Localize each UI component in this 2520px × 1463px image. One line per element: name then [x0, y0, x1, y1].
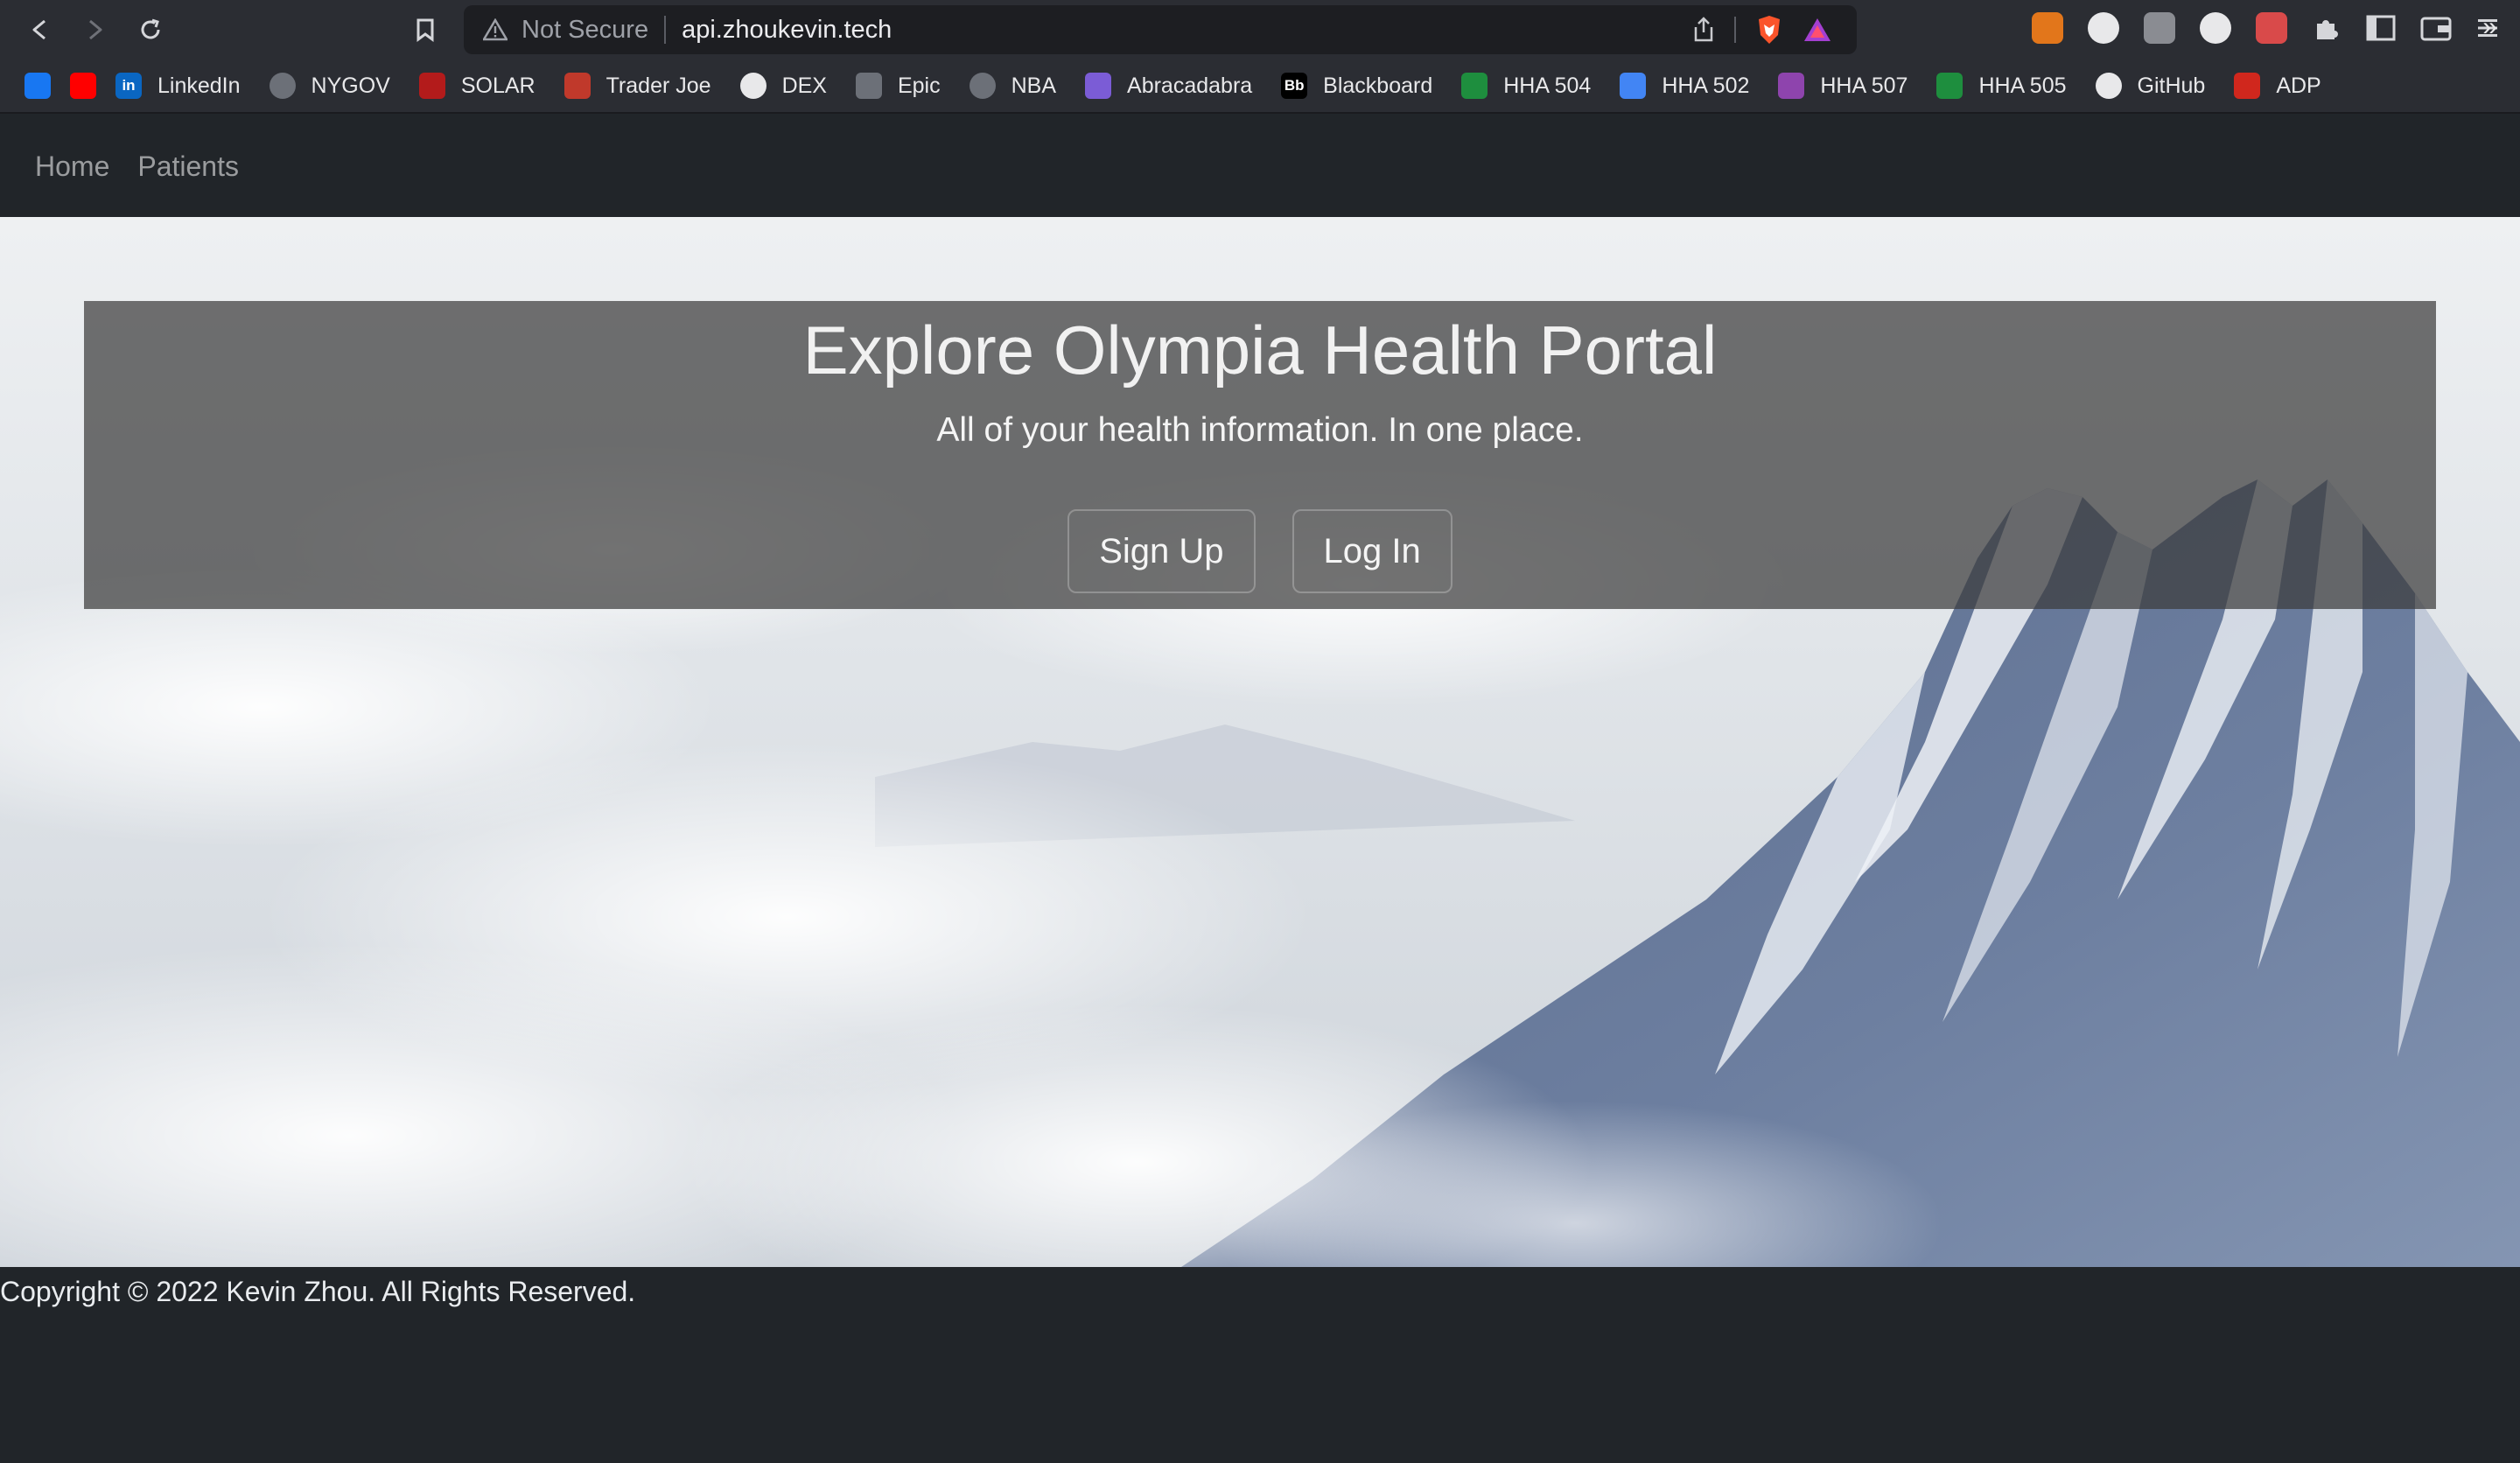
classroom-icon [1461, 73, 1488, 99]
url-separator [664, 16, 667, 44]
box-icon [564, 73, 591, 99]
site-footer: Copyright © 2022 Kevin Zhou. All Rights … [0, 1267, 2520, 1463]
linkedin-icon: in [116, 73, 142, 99]
classroom-icon [1778, 73, 1805, 99]
bookmark-page-button[interactable] [408, 12, 443, 47]
nav-link-patients[interactable]: Patients [137, 150, 239, 183]
wallet-icon[interactable] [2420, 15, 2452, 41]
bookmark-item[interactable]: NYGOV [269, 73, 390, 99]
bookmark-label: Trader Joe [606, 73, 711, 98]
forward-button[interactable] [77, 12, 112, 47]
forward-icon [89, 19, 102, 40]
log-in-button[interactable]: Log In [1292, 509, 1452, 593]
adp-icon [2234, 73, 2261, 99]
bookmark-label: ADP [2276, 73, 2321, 98]
divider [1734, 17, 1736, 43]
bookmark-label: HHA 502 [1662, 73, 1750, 98]
back-icon [32, 19, 46, 40]
reload-button[interactable] [133, 12, 168, 47]
url-bar-actions [1692, 14, 1832, 46]
nav-link-home[interactable]: Home [35, 150, 109, 183]
bookmark-icon [416, 18, 434, 42]
brave-rewards-icon[interactable] [1802, 17, 1832, 43]
address-bar[interactable]: Not Secure api.zhoukevin.tech [464, 5, 1857, 54]
bookmark-item[interactable]: Bb Blackboard [1281, 73, 1432, 99]
bookmark-label: NBA [1011, 73, 1057, 98]
bookmark-label: Blackboard [1323, 73, 1433, 98]
facebook-icon [24, 73, 51, 99]
reload-icon [141, 18, 160, 39]
url-text[interactable]: api.zhoukevin.tech [682, 16, 892, 45]
hero-title: Explore Olympia Health Portal [802, 312, 1718, 388]
bookmark-item[interactable]: DEX [739, 73, 827, 99]
classroom-icon [1936, 73, 1964, 99]
github-icon [2095, 73, 2122, 99]
globe-icon [969, 73, 996, 99]
hero-button-group: Sign Up Log In [84, 509, 2436, 593]
browser-toolbar: Not Secure api.zhoukevin.tech [0, 0, 2520, 60]
copyright-text: Copyright © 2022 Kevin Zhou. All Rights … [0, 1276, 636, 1307]
bookmark-item[interactable]: Trader Joe [564, 73, 711, 99]
bookmark-label: DEX [781, 73, 827, 98]
shield-icon [418, 73, 445, 99]
brave-shield-icon[interactable] [1755, 14, 1783, 46]
bookmarks-overflow-button[interactable]: » [2482, 12, 2497, 42]
bookmark-label: SOLAR [460, 73, 536, 98]
blackboard-icon: Bb [1281, 73, 1308, 99]
site-navbar: Home Patients [0, 116, 2520, 217]
metamask-icon[interactable] [2032, 12, 2063, 44]
epic-icon [855, 73, 882, 99]
bookmark-item[interactable]: Abracadabra [1085, 73, 1252, 99]
youtube-icon [70, 73, 96, 99]
bookmark-item[interactable]: NBA [969, 73, 1057, 99]
bookmark-item[interactable]: in LinkedIn [116, 73, 241, 99]
bookmark-item[interactable]: HHA 504 [1461, 73, 1591, 99]
bookmark-label: HHA 505 [1978, 73, 2067, 98]
bookmarks-bar: in LinkedIn NYGOV SOLAR Trader Joe DEX Epic NBA… [0, 60, 2520, 114]
sign-up-button[interactable]: Sign Up [1068, 509, 1256, 593]
bookmark-item[interactable]: ADP [2234, 73, 2321, 99]
share-icon[interactable] [1692, 17, 1715, 43]
extensions-area [2032, 12, 2499, 44]
bookmark-label: GitHub [2137, 73, 2206, 98]
security-label[interactable]: Not Secure [522, 16, 648, 45]
bookmark-item[interactable]: Epic [855, 73, 941, 99]
crystal-icon [1085, 73, 1112, 99]
sidebar-toggle-icon[interactable] [2366, 15, 2396, 41]
hero-banner: Explore Olympia Health Portal All of you… [84, 301, 2436, 609]
bookmark-label: Epic [897, 73, 941, 98]
extension-s-icon[interactable] [2200, 12, 2231, 44]
bookmark-item[interactable] [24, 73, 51, 99]
bookmark-label: Abracadabra [1127, 73, 1253, 98]
classroom-icon [1620, 73, 1647, 99]
bookmark-label: NYGOV [311, 73, 390, 98]
hero-section: Explore Olympia Health Portal All of you… [0, 217, 2520, 1267]
globe-icon [269, 73, 296, 99]
back-button[interactable] [23, 12, 58, 47]
owl-icon [739, 73, 766, 99]
bookmark-label: HHA 507 [1820, 73, 1908, 98]
extension-gray-icon[interactable] [2144, 12, 2175, 44]
extension-circle-icon[interactable] [2088, 12, 2119, 44]
bookmark-label: HHA 504 [1503, 73, 1592, 98]
bookmark-item[interactable]: SOLAR [418, 73, 536, 99]
hero-subtitle: All of your health information. In one p… [936, 411, 1584, 449]
bookmark-item[interactable]: GitHub [2095, 73, 2206, 99]
extension-red-icon[interactable] [2256, 12, 2287, 44]
bookmark-item[interactable]: HHA 502 [1620, 73, 1749, 99]
bookmark-item[interactable] [70, 73, 96, 99]
bookmark-item[interactable]: HHA 505 [1936, 73, 2067, 99]
bookmark-label: LinkedIn [158, 73, 241, 98]
bookmark-item[interactable]: HHA 507 [1778, 73, 1908, 99]
warning-icon [483, 17, 509, 43]
extensions-puzzle-icon[interactable] [2312, 13, 2342, 43]
